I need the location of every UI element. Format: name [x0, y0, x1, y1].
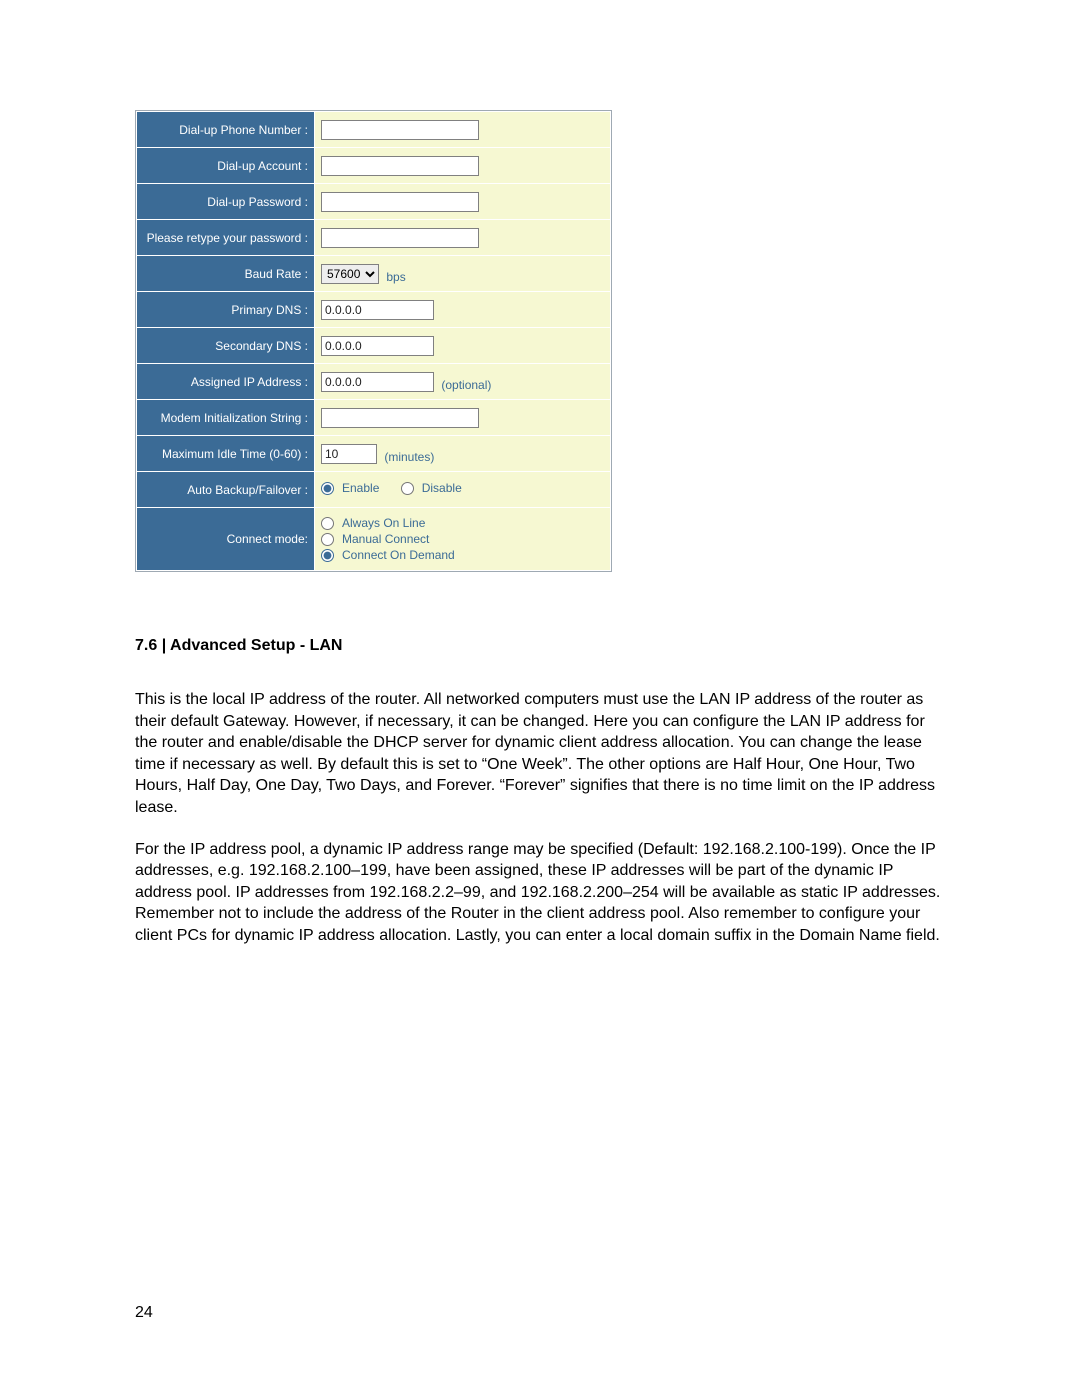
- label-retype-password: Please retype your password :: [137, 220, 315, 256]
- label-dialup-account: Dial-up Account :: [137, 148, 315, 184]
- note-optional: (optional): [441, 378, 491, 392]
- input-dialup-phone[interactable]: [321, 120, 479, 140]
- label-connect-mode: Connect mode:: [137, 508, 315, 571]
- unit-bps: bps: [386, 270, 405, 284]
- label-assigned-ip: Assigned IP Address :: [137, 364, 315, 400]
- row-dialup-account: Dial-up Account :: [137, 148, 611, 184]
- heading-advanced-setup-lan: 7.6 | Advanced Setup - LAN: [135, 637, 950, 655]
- input-max-idle[interactable]: [321, 444, 377, 464]
- dialup-config-form: Dial-up Phone Number : Dial-up Account :…: [135, 110, 612, 572]
- input-secondary-dns[interactable]: [321, 336, 434, 356]
- radio-auto-backup-enable[interactable]: [321, 482, 334, 495]
- label-dialup-phone: Dial-up Phone Number :: [137, 112, 315, 148]
- page-number: 24: [135, 1304, 153, 1322]
- row-secondary-dns: Secondary DNS :: [137, 328, 611, 364]
- input-dialup-password[interactable]: [321, 192, 479, 212]
- paragraph-2: For the IP address pool, a dynamic IP ad…: [135, 839, 950, 947]
- paragraph-1: This is the local IP address of the rout…: [135, 689, 950, 819]
- label-disable: Disable: [422, 481, 462, 495]
- radio-connect-on-demand[interactable]: [321, 549, 334, 562]
- radio-always-on-line[interactable]: [321, 517, 334, 530]
- label-max-idle: Maximum Idle Time (0-60) :: [137, 436, 315, 472]
- label-baud-rate: Baud Rate :: [137, 256, 315, 292]
- row-assigned-ip: Assigned IP Address : (optional): [137, 364, 611, 400]
- unit-minutes: (minutes): [384, 450, 434, 464]
- row-retype-password: Please retype your password :: [137, 220, 611, 256]
- row-max-idle: Maximum Idle Time (0-60) : (minutes): [137, 436, 611, 472]
- row-primary-dns: Primary DNS :: [137, 292, 611, 328]
- radio-auto-backup-disable[interactable]: [401, 482, 414, 495]
- doc-section-advanced-lan: 7.6 | Advanced Setup - LAN This is the l…: [135, 637, 950, 947]
- input-retype-password[interactable]: [321, 228, 479, 248]
- row-auto-backup: Auto Backup/Failover : Enable Disable: [137, 472, 611, 508]
- label-connect-on-demand: Connect On Demand: [342, 548, 455, 562]
- label-modem-init: Modem Initialization String :: [137, 400, 315, 436]
- label-always-on-line: Always On Line: [342, 516, 425, 530]
- radio-manual-connect[interactable]: [321, 533, 334, 546]
- input-modem-init[interactable]: [321, 408, 479, 428]
- input-assigned-ip[interactable]: [321, 372, 434, 392]
- label-auto-backup: Auto Backup/Failover :: [137, 472, 315, 508]
- label-enable: Enable: [342, 481, 379, 495]
- row-modem-init: Modem Initialization String :: [137, 400, 611, 436]
- row-dialup-password: Dial-up Password :: [137, 184, 611, 220]
- label-manual-connect: Manual Connect: [342, 532, 429, 546]
- row-dialup-phone: Dial-up Phone Number :: [137, 112, 611, 148]
- row-connect-mode: Connect mode: Always On Line Manual Conn…: [137, 508, 611, 571]
- input-dialup-account[interactable]: [321, 156, 479, 176]
- input-primary-dns[interactable]: [321, 300, 434, 320]
- label-dialup-password: Dial-up Password :: [137, 184, 315, 220]
- row-baud-rate: Baud Rate : 57600 bps: [137, 256, 611, 292]
- label-secondary-dns: Secondary DNS :: [137, 328, 315, 364]
- label-primary-dns: Primary DNS :: [137, 292, 315, 328]
- select-baud-rate[interactable]: 57600: [321, 264, 379, 284]
